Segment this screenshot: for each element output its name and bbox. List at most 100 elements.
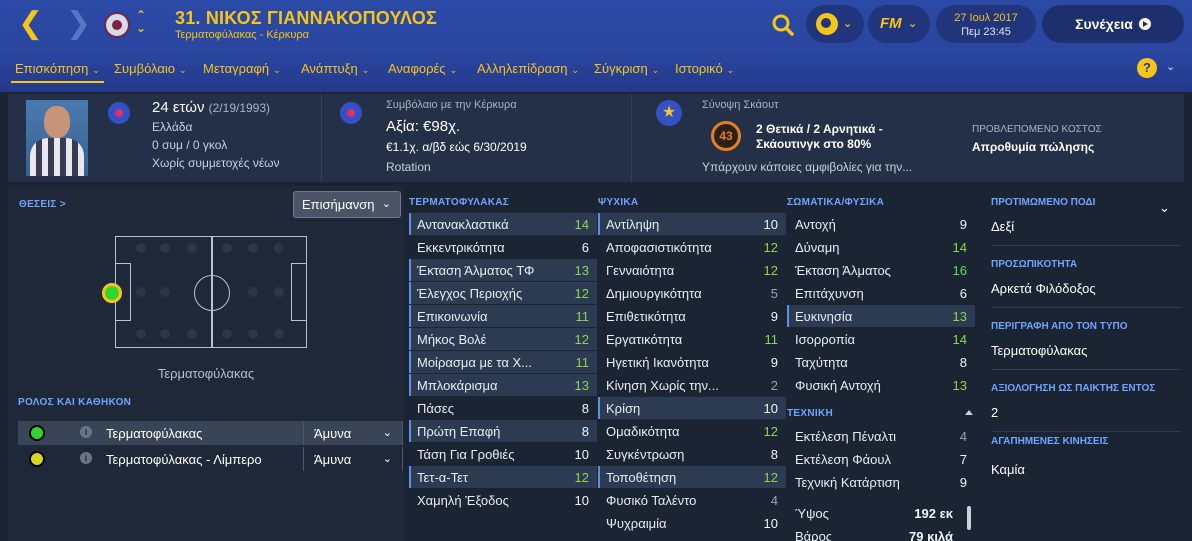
- attribute-row[interactable]: Κίνηση Χωρίς την... 2: [598, 374, 786, 396]
- attribute-row[interactable]: Εκκεντρικότητα 6: [409, 236, 597, 258]
- club-badge-icon[interactable]: [104, 12, 130, 38]
- attribute-row[interactable]: Χαμηλή Έξοδος 10: [409, 489, 597, 511]
- attribute-row[interactable]: Εκτέλεση Πέναλτι 4: [787, 425, 975, 447]
- technical-header[interactable]: ΤΕΧΝΙΚΗ: [787, 408, 833, 419]
- attribute-row[interactable]: Έκταση Άλματος ΤΦ 13: [409, 259, 597, 281]
- continue-button[interactable]: Συνέχεια: [1042, 5, 1184, 43]
- tab-transfer[interactable]: Μεταγραφή ⌄: [203, 61, 281, 76]
- attribute-row[interactable]: Αποφασιστικότητα 12: [598, 236, 786, 258]
- role-row[interactable]: i Τερματοφύλακας - Λίμπερο Άμυνα ⌄: [18, 447, 403, 471]
- attribute-row[interactable]: Εκτέλεση Φάουλ 7: [787, 448, 975, 470]
- attribute-name: Ταχύτητα: [795, 355, 848, 370]
- attribute-name: Ευκινησία: [795, 309, 853, 324]
- attribute-name: Αποφασιστικότητα: [606, 240, 712, 255]
- attribute-row[interactable]: Αντανακλαστικά 14: [409, 213, 597, 235]
- attribute-name: Εκτέλεση Φάουλ: [795, 452, 891, 467]
- prev-next-player-icon[interactable]: ⌃ ⌄: [136, 9, 146, 35]
- attribute-row[interactable]: Συγκέντρωση 8: [598, 443, 786, 465]
- attribute-row[interactable]: Ψυχραιμία 10: [598, 512, 786, 534]
- attribute-row[interactable]: Αντοχή 9: [787, 213, 975, 235]
- tab-contract[interactable]: Συμβόλαιο ⌄: [114, 61, 187, 76]
- player-nation[interactable]: Ελλάδα: [152, 120, 192, 134]
- collapse-icon[interactable]: [965, 410, 973, 415]
- attribute-row[interactable]: Δύναμη 14: [787, 236, 975, 258]
- info-icon[interactable]: i: [80, 426, 92, 438]
- attribute-row[interactable]: Ηγετική Ικανότητα 9: [598, 351, 786, 373]
- player-caps: 0 συμ / 0 γκολ: [152, 138, 228, 152]
- attribute-row[interactable]: Πρώτη Επαφή 8: [409, 420, 597, 442]
- attribute-name: Ψυχραιμία: [606, 516, 667, 531]
- scrollbar[interactable]: [967, 506, 971, 530]
- highlight-dropdown[interactable]: Επισήμανση ⌄: [293, 191, 401, 218]
- positions-label[interactable]: ΘΕΣΕΙΣ >: [19, 199, 66, 210]
- attribute-name: Ομαδικότητα: [606, 424, 680, 439]
- globe-icon: [816, 13, 838, 35]
- attribute-name: Αντανακλαστικά: [417, 217, 509, 232]
- position-pitch: [115, 236, 307, 348]
- highlight-bar: [409, 328, 411, 350]
- attribute-row[interactable]: Ύψος 192 εκ: [787, 502, 961, 524]
- attribute-row[interactable]: Φυσική Αντοχή 13: [787, 374, 975, 396]
- chevron-down-icon[interactable]: ⌄: [1166, 60, 1175, 73]
- attribute-row[interactable]: Έκταση Άλματος 16: [787, 259, 975, 281]
- tab-interaction[interactable]: Αλληλεπίδραση ⌄: [477, 61, 579, 76]
- tab-reports[interactable]: Αναφορές ⌄: [388, 61, 457, 76]
- tab-comparison[interactable]: Σύγκριση ⌄: [594, 61, 659, 76]
- duty-dropdown[interactable]: Άμυνα ⌄: [303, 447, 403, 471]
- world-menu-button[interactable]: ⌄: [806, 5, 864, 43]
- date-display[interactable]: 27 Ιουλ 2017 Πεμ 23:45: [936, 5, 1036, 43]
- attribute-row[interactable]: Μοίρασμα με τα Χ... 11: [409, 351, 597, 373]
- moves-value: Καμία: [991, 462, 1025, 477]
- attribute-row[interactable]: Τάση Για Γροθιές 10: [409, 443, 597, 465]
- attribute-row[interactable]: Βάρος 79 κιλά: [787, 525, 961, 541]
- attribute-value: 8: [959, 355, 967, 370]
- attribute-value: 10: [763, 401, 778, 416]
- attribute-value: 11: [764, 332, 779, 347]
- tab-overview[interactable]: Επισκόπηση ⌄: [15, 61, 100, 76]
- scout-summary[interactable]: 2 Θετικά / 2 Αρνητικά - Σκάουτινγκ στο 8…: [756, 122, 906, 152]
- attribute-row[interactable]: Επικοινωνία 11: [409, 305, 597, 327]
- attribute-row[interactable]: Κρίση 10: [598, 397, 786, 419]
- back-arrow-icon[interactable]: ❮: [18, 9, 44, 40]
- attribute-row[interactable]: Τοποθέτηση 12: [598, 466, 786, 488]
- attribute-row[interactable]: Ισορροπία 14: [787, 328, 975, 350]
- attribute-value: 12: [763, 263, 778, 278]
- search-icon[interactable]: [770, 12, 796, 38]
- duty-dropdown[interactable]: Άμυνα ⌄: [303, 421, 403, 445]
- info-icon[interactable]: i: [80, 452, 92, 464]
- attribute-row[interactable]: Ευκινησία 13: [787, 305, 975, 327]
- cost-label: ΠΡΟΒΛΕΠΟΜΕΝΟ ΚΟΣΤΟΣ: [972, 124, 1102, 135]
- fm-menu-button[interactable]: FM ⌄: [868, 5, 930, 43]
- attribute-value: 4: [959, 429, 967, 444]
- attribute-row[interactable]: Εργατικότητα 11: [598, 328, 786, 350]
- attribute-row[interactable]: Φυσικό Ταλέντο 4: [598, 489, 786, 511]
- attribute-row[interactable]: Ομαδικότητα 12: [598, 420, 786, 442]
- forward-arrow-icon[interactable]: ❯: [66, 9, 92, 40]
- attribute-row[interactable]: Αντίληψη 10: [598, 213, 786, 235]
- chevron-down-icon[interactable]: ⌄: [1159, 200, 1170, 216]
- attribute-row[interactable]: Επιθετικότητα 9: [598, 305, 786, 327]
- attribute-row[interactable]: Τετ-α-Τετ 12: [409, 466, 597, 488]
- attribute-row[interactable]: Τεχνική Κατάρτιση 9: [787, 471, 975, 493]
- attribute-row[interactable]: Έλεγχος Περιοχής 12: [409, 282, 597, 304]
- attribute-row[interactable]: Μήκος Βολέ 12: [409, 328, 597, 350]
- help-icon[interactable]: ?: [1137, 58, 1157, 78]
- player-subtitle[interactable]: Τερματοφύλακας - Κέρκυρα: [175, 29, 309, 41]
- role-row[interactable]: i Τερματοφύλακας Άμυνα ⌄: [18, 421, 403, 445]
- attribute-row[interactable]: Μπλοκάρισμα 13: [409, 374, 597, 396]
- tab-development[interactable]: Ανάπτυξη ⌄: [301, 61, 369, 76]
- goalkeeper-position-marker[interactable]: [102, 283, 122, 303]
- attribute-row[interactable]: Πάσες 8: [409, 397, 597, 419]
- attribute-value: 13: [574, 263, 589, 278]
- attribute-value: 11: [575, 355, 590, 370]
- player-wage: €1.1χ. α/βδ εώς 6/30/2019: [386, 140, 527, 154]
- attribute-value: 2: [770, 378, 778, 393]
- fm-logo: FM: [880, 15, 902, 32]
- attribute-row[interactable]: Γενναιότητα 12: [598, 259, 786, 281]
- attribute-row[interactable]: Επιτάχυνση 6: [787, 282, 975, 304]
- attribute-value: 6: [581, 240, 589, 255]
- attribute-row[interactable]: Ταχύτητα 8: [787, 351, 975, 373]
- chevron-down-icon: ⌄: [381, 198, 391, 210]
- tab-history[interactable]: Ιστορικό ⌄: [675, 61, 734, 76]
- attribute-row[interactable]: Δημιουργικότητα 5: [598, 282, 786, 304]
